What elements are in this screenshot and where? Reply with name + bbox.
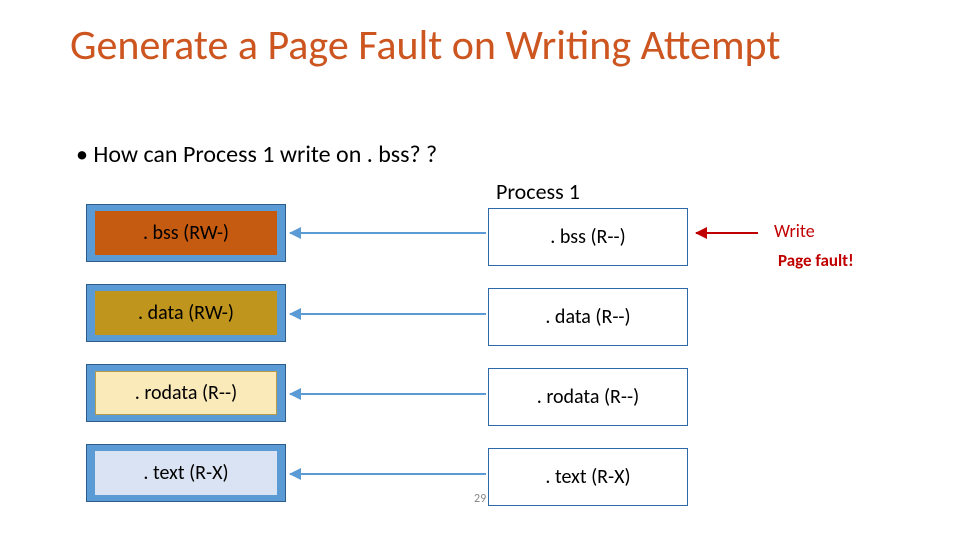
seg-data-proc1: . data (R--): [488, 288, 688, 346]
seg-data-source: . data (RW-): [86, 284, 286, 342]
seg-text-source: . text (R-X): [86, 444, 286, 502]
bullet-text: • How can Process 1 write on . bss? ?: [76, 140, 437, 169]
seg-label: . data (R--): [497, 295, 679, 339]
seg-label: . bss (RW-): [95, 211, 277, 255]
slide-title: Generate a Page Fault on Writing Attempt: [70, 22, 780, 69]
write-label: Write: [774, 220, 815, 242]
seg-bss-proc1: . bss (R--): [488, 208, 688, 266]
arrow-bss: [290, 232, 486, 234]
arrow-rodata: [290, 393, 486, 395]
seg-label: . rodata (R--): [497, 375, 679, 419]
seg-label: . bss (R--): [497, 215, 679, 259]
right-column: . bss (R--) . data (R--) . rodata (R--) …: [488, 208, 688, 528]
seg-label: . data (RW-): [95, 291, 277, 335]
seg-rodata-proc1: . rodata (R--): [488, 368, 688, 426]
arrow-data: [290, 313, 486, 315]
write-arrow: [696, 232, 758, 234]
page-fault-label: Page fault!: [778, 250, 854, 271]
seg-label: . text (R-X): [497, 455, 679, 499]
process-label: Process 1: [496, 178, 580, 205]
seg-label: . rodata (R--): [95, 371, 277, 415]
seg-rodata-source: . rodata (R--): [86, 364, 286, 422]
left-column: . bss (RW-) . data (RW-) . rodata (R--) …: [86, 204, 286, 524]
page-number: 29: [474, 492, 486, 506]
arrow-text: [290, 473, 486, 475]
seg-bss-source: . bss (RW-): [86, 204, 286, 262]
seg-label: . text (R-X): [95, 451, 277, 495]
seg-text-proc1: . text (R-X): [488, 448, 688, 506]
